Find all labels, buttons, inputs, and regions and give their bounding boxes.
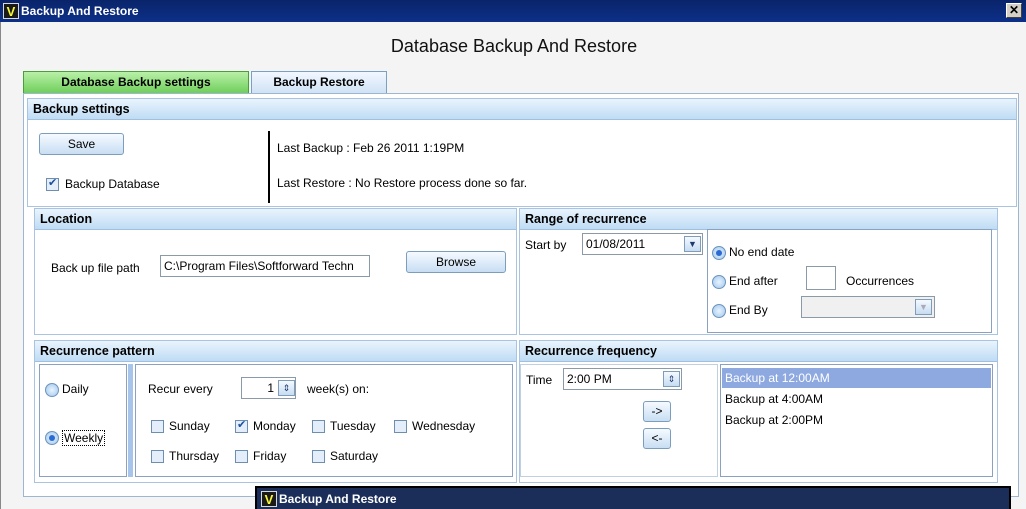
recurrence-pattern-group: Recurrence pattern Daily Weekly Recur ev…	[34, 340, 517, 483]
time-label: Time	[526, 373, 553, 387]
app-logo-icon: V	[261, 491, 277, 507]
recurrence-frequency-header: Recurrence frequency	[520, 341, 997, 362]
range-of-recurrence-header: Range of recurrence	[520, 209, 997, 230]
location-header: Location	[35, 209, 516, 230]
recur-every-label: Recur every	[148, 382, 213, 396]
weekly-label: Weekly	[62, 430, 106, 446]
browse-button[interactable]: Browse	[406, 251, 506, 273]
occurrences-label: Occurrences	[846, 274, 915, 288]
wednesday-checkbox[interactable]	[394, 420, 407, 433]
remove-time-button[interactable]: <-	[643, 428, 671, 449]
backup-path-label: Back up file path	[51, 261, 140, 275]
title-bar: V Backup And Restore ✕	[0, 0, 1026, 22]
recurrence-frequency-group: Recurrence frequency Time 2:00 PM ⇕ -> <…	[519, 340, 998, 483]
location-group: Location Back up file path C:\Program Fi…	[34, 208, 517, 335]
backup-database-checkbox[interactable]	[46, 176, 59, 191]
spinner-icon[interactable]: ⇕	[278, 380, 295, 396]
tab-backup-restore[interactable]: Backup Restore	[251, 71, 387, 93]
daily-radio[interactable]	[45, 383, 59, 397]
schedule-list-item[interactable]: Backup at 12:00AM	[722, 368, 991, 388]
divider	[268, 131, 270, 203]
sunday-label: Sunday	[169, 419, 210, 433]
backup-path-field[interactable]: C:\Program Files\Softforward Techn	[160, 255, 370, 277]
secondary-window-title-bar: V Backup And Restore	[255, 486, 1011, 509]
schedule-list-item[interactable]: Backup at 4:00AM	[722, 389, 991, 409]
tuesday-checkbox[interactable]	[312, 420, 325, 433]
monday-checkbox[interactable]	[235, 418, 248, 433]
secondary-window-title: Backup And Restore	[279, 492, 397, 506]
thursday-label: Thursday	[169, 449, 220, 463]
end-by-radio[interactable]	[712, 304, 726, 318]
close-button[interactable]: ✕	[1006, 3, 1022, 18]
weeks-on-label: week(s) on:	[307, 382, 370, 396]
last-restore-text: Last Restore : No Restore process done s…	[277, 176, 528, 190]
occurrences-field[interactable]	[806, 266, 836, 290]
monday-label: Monday	[253, 419, 296, 433]
spinner-icon[interactable]: ⇕	[663, 371, 680, 387]
backup-database-label: Backup Database	[65, 177, 160, 191]
save-button[interactable]: Save	[39, 133, 124, 155]
last-backup-text: Last Backup : Feb 26 2011 1:19PM	[277, 141, 465, 155]
wednesday-label: Wednesday	[412, 419, 476, 433]
thursday-checkbox[interactable]	[151, 450, 164, 463]
add-time-button[interactable]: ->	[643, 401, 671, 422]
schedule-list-item[interactable]: Backup at 2:00PM	[722, 410, 991, 430]
chevron-down-icon[interactable]: ▼	[915, 299, 932, 315]
page-title: Database Backup And Restore	[390, 36, 638, 56]
tab-database-backup-settings[interactable]: Database Backup settings	[23, 71, 249, 93]
panel-divider	[128, 364, 133, 477]
saturday-label: Saturday	[330, 449, 379, 463]
recurrence-pattern-header: Recurrence pattern	[35, 341, 516, 362]
window-title: Backup And Restore	[21, 4, 139, 18]
pattern-type-panel	[39, 364, 127, 477]
tuesday-label: Tuesday	[330, 419, 376, 433]
no-end-date-label: No end date	[729, 245, 795, 259]
friday-checkbox[interactable]	[235, 450, 248, 463]
chevron-down-icon[interactable]: ▼	[684, 236, 701, 252]
range-of-recurrence-group: Range of recurrence Start by 01/08/2011 …	[519, 208, 998, 335]
schedule-list: Backup at 12:00AM Backup at 4:00AM Backu…	[720, 364, 993, 477]
sunday-checkbox[interactable]	[151, 420, 164, 433]
end-after-radio[interactable]	[712, 275, 726, 289]
backup-settings-group: Backup settings Save Backup Database Las…	[27, 98, 1017, 207]
main-window: Database Backup And Restore Database Bac…	[0, 22, 1026, 509]
friday-label: Friday	[253, 449, 287, 463]
app-logo-icon: V	[3, 3, 19, 19]
end-after-label: End after	[729, 274, 778, 288]
daily-label: Daily	[62, 382, 89, 396]
end-by-label: End By	[729, 303, 768, 317]
backup-settings-header: Backup settings	[28, 99, 1016, 120]
saturday-checkbox[interactable]	[312, 450, 325, 463]
no-end-date-radio[interactable]	[712, 246, 726, 260]
start-by-label: Start by	[525, 238, 567, 252]
weekly-radio[interactable]	[45, 431, 59, 445]
tab-panel: Backup settings Save Backup Database Las…	[23, 93, 1019, 497]
